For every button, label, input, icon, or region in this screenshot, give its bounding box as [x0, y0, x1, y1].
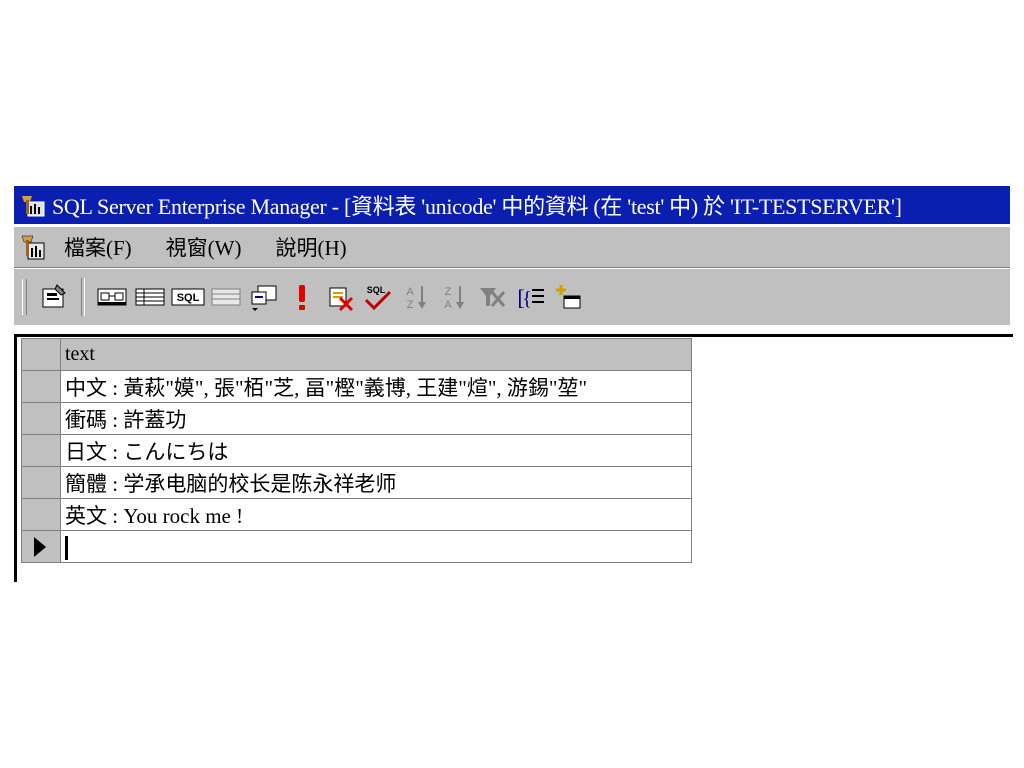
- group-by-icon: [ {: [517, 285, 544, 310]
- new-row[interactable]: [21, 530, 692, 563]
- menu-bar: 檔案(F) 視窗(W) 說明(H): [14, 226, 1010, 268]
- grid-header-row: text: [21, 338, 692, 371]
- change-query-type-icon: [251, 285, 277, 311]
- remove-filter-icon: [480, 288, 506, 307]
- menu-window[interactable]: 視窗(W): [166, 232, 242, 262]
- svg-text:A: A: [406, 286, 414, 298]
- table-cell[interactable]: 衝碼 : 許蓋功: [60, 402, 692, 435]
- text-caret: [65, 535, 68, 560]
- add-table-button[interactable]: [549, 277, 587, 317]
- sql-pane-label: SQL: [177, 292, 200, 304]
- row-selector[interactable]: [21, 434, 61, 467]
- results-pane-icon: [211, 288, 241, 306]
- cancel-query-button[interactable]: [321, 277, 359, 317]
- sql-pane-icon: SQL: [171, 288, 205, 306]
- table-cell[interactable]: 日文 : こんにちは: [60, 434, 692, 467]
- window-title: SQL Server Enterprise Manager - [資料表 'un…: [52, 194, 902, 219]
- add-table-icon: [556, 285, 581, 309]
- query-toolbar: SQL SQL A Z Z A [{: [14, 268, 1010, 325]
- grid-pane-button[interactable]: [131, 277, 169, 317]
- row-selector[interactable]: [21, 402, 61, 435]
- sql-pane-button[interactable]: SQL: [169, 277, 207, 317]
- sort-descending-icon: Z A: [444, 286, 464, 311]
- grid-pane-icon: [135, 288, 165, 306]
- row-selector[interactable]: [21, 466, 61, 499]
- menu-help[interactable]: 說明(H): [275, 232, 346, 262]
- change-query-type-button[interactable]: [245, 277, 283, 317]
- menu-file[interactable]: 檔案(F): [64, 232, 132, 262]
- mdi-document-icon[interactable]: [20, 232, 48, 262]
- verify-sql-icon: SQL: [364, 285, 392, 311]
- svg-text:Z: Z: [407, 299, 414, 311]
- sort-ascending-icon: A Z: [406, 286, 426, 311]
- grid-top-border: [17, 334, 1013, 337]
- properties-button[interactable]: [35, 277, 73, 317]
- table-cell[interactable]: 英文 : You rock me !: [60, 498, 692, 531]
- table-row[interactable]: 日文 : こんにちは: [21, 434, 692, 467]
- current-row-arrow-icon: [34, 536, 46, 557]
- results-grid: text 中文 : 黃萩"嫫", 張"栢"芝, 畐"樫"義博, 王建"煊", 游…: [21, 338, 692, 563]
- run-button[interactable]: [283, 277, 321, 317]
- current-row-selector[interactable]: [21, 530, 61, 563]
- table-cell[interactable]: 中文 : 黃萩"嫫", 張"栢"芝, 畐"樫"義博, 王建"煊", 游錫"堃": [60, 370, 692, 403]
- toolbar-grip[interactable]: [22, 279, 27, 315]
- table-row[interactable]: 簡體 : 学承电脑的校长是陈永祥老师: [21, 466, 692, 499]
- row-selector[interactable]: [21, 498, 61, 531]
- verify-sql-label: SQL: [367, 285, 386, 295]
- table-row[interactable]: 中文 : 黃萩"嫫", 張"栢"芝, 畐"樫"義博, 王建"煊", 游錫"堃": [21, 370, 692, 403]
- svg-text:Z: Z: [445, 286, 452, 298]
- remove-filter-button[interactable]: [473, 277, 511, 317]
- row-selector[interactable]: [21, 370, 61, 403]
- results-pane-button[interactable]: [207, 277, 245, 317]
- column-header-text[interactable]: text: [60, 338, 692, 371]
- table-cell[interactable]: 簡體 : 学承电脑的校长是陈永祥老师: [60, 466, 692, 499]
- title-bar[interactable]: SQL Server Enterprise Manager - [資料表 'un…: [14, 186, 1010, 224]
- run-icon: [299, 285, 305, 310]
- toolbar-separator: [81, 278, 85, 316]
- new-row-cell[interactable]: [60, 530, 692, 563]
- group-by-button[interactable]: [ {: [511, 277, 549, 317]
- app-window: SQL Server Enterprise Manager - [資料表 'un…: [14, 186, 1013, 582]
- table-row[interactable]: 英文 : You rock me !: [21, 498, 692, 531]
- enterprise-manager-icon: [20, 192, 46, 218]
- diagram-pane-button[interactable]: [93, 277, 131, 317]
- cancel-query-icon: [329, 287, 354, 312]
- table-row[interactable]: 衝碼 : 許蓋功: [21, 402, 692, 435]
- properties-icon: [42, 284, 66, 308]
- sort-ascending-button[interactable]: A Z: [397, 277, 435, 317]
- diagram-pane-icon: [97, 288, 127, 306]
- sort-descending-button[interactable]: Z A: [435, 277, 473, 317]
- results-grid-area: text 中文 : 黃萩"嫫", 張"栢"芝, 畐"樫"義博, 王建"煊", 游…: [14, 334, 1013, 582]
- svg-text:{: {: [522, 288, 532, 310]
- verify-sql-button[interactable]: SQL: [359, 277, 397, 317]
- corner-cell[interactable]: [21, 338, 61, 371]
- svg-text:A: A: [444, 299, 452, 311]
